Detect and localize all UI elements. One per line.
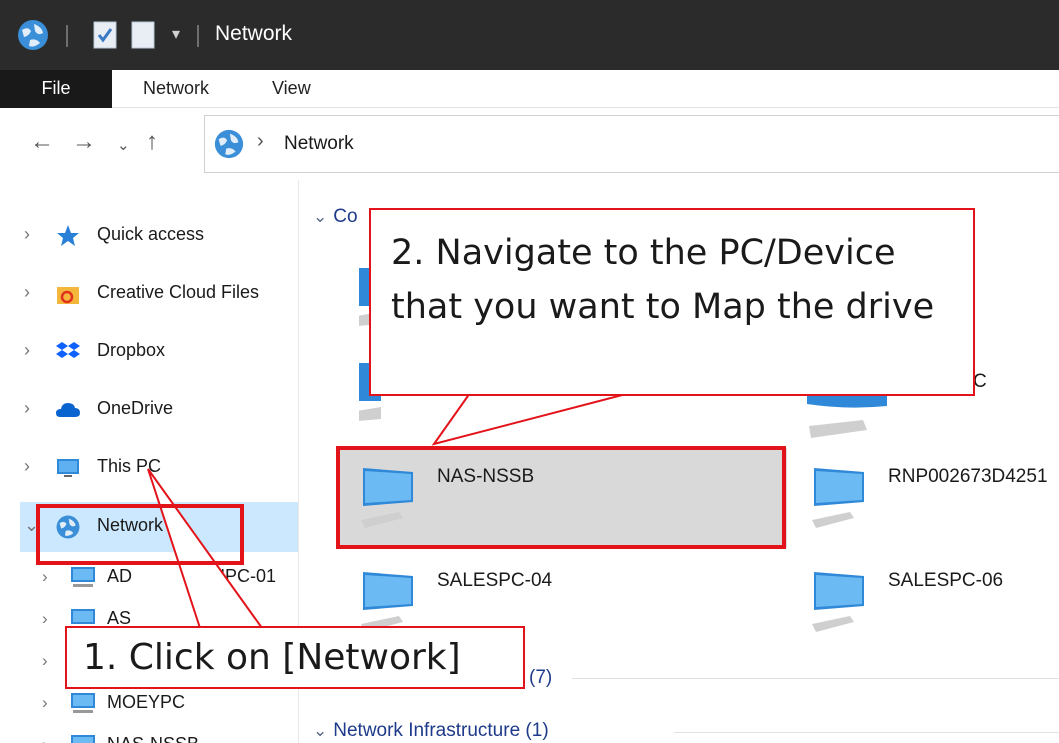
quick-access-dropdown-icon[interactable]: ▾: [172, 24, 180, 44]
nav-item-label: Creative Cloud Files: [97, 282, 260, 302]
computer-icon: [807, 390, 887, 438]
nav-item-creative-cloud-files[interactable]: › Creative Cloud Files: [0, 269, 298, 319]
ribbon: File Network View: [0, 70, 1059, 108]
address-path[interactable]: Network: [284, 133, 354, 155]
globe-icon: [18, 20, 48, 50]
separator: [66, 25, 68, 47]
up-arrow-icon[interactable]: ↑: [146, 128, 158, 156]
computer-icon: [812, 572, 864, 632]
address-bar[interactable]: › Network: [204, 115, 1059, 173]
nav-subitem-moeypc[interactable]: › MOEYPC: [0, 683, 298, 725]
expand-chevron-icon[interactable]: ›: [42, 693, 48, 713]
expand-chevron-icon[interactable]: ›: [42, 609, 48, 629]
tab-network[interactable]: Network: [143, 70, 209, 108]
expand-chevron-icon[interactable]: ›: [24, 340, 30, 361]
computer-icon: [71, 735, 95, 743]
device-name: SALESPC-04: [437, 570, 553, 591]
nav-subitem-label: NAS-NSSB: [107, 734, 199, 743]
expand-chevron-icon[interactable]: ›: [24, 398, 30, 419]
callout-step-2: 2. Navigate to the PC/Device that you wa…: [369, 208, 975, 396]
expand-chevron-icon[interactable]: ›: [42, 651, 48, 671]
nav-item-dropbox[interactable]: › Dropbox: [0, 327, 298, 377]
computer-icon: [361, 572, 413, 632]
nav-item-label: This PC: [97, 456, 162, 476]
expand-chevron-icon[interactable]: ›: [42, 735, 48, 743]
globe-icon: [214, 129, 244, 159]
new-folder-icon[interactable]: [130, 20, 156, 50]
monitor-icon: [57, 459, 79, 477]
expand-chevron-icon[interactable]: ›: [24, 282, 30, 303]
nav-item-label: OneDrive: [97, 398, 174, 418]
breadcrumb-chevron-icon[interactable]: ›: [257, 130, 264, 153]
nav-subitem-nas-nssb[interactable]: › NAS-NSSB: [0, 725, 298, 743]
device-tile-rnp002673d4251[interactable]: RNP002673D4251: [788, 448, 1059, 548]
highlight-network: [36, 504, 244, 565]
group-header-label: Network Infrastructure (1): [333, 720, 549, 741]
recent-locations-chevron-icon[interactable]: ⌄: [117, 132, 130, 160]
collapse-chevron-icon[interactable]: ⌄: [313, 207, 327, 226]
nav-subitem-label: MOEYPC: [107, 692, 186, 712]
expand-chevron-icon[interactable]: ›: [42, 567, 48, 587]
properties-icon[interactable]: [92, 20, 118, 50]
nav-item-label: Quick access: [97, 224, 205, 244]
group-header-network-infrastructure[interactable]: ⌄ Network Infrastructure (1): [313, 720, 549, 742]
highlight-nas-nssb: [336, 446, 786, 549]
separator: [197, 25, 199, 47]
device-name: SALESPC-06: [888, 570, 1004, 591]
title-bar: ▾ Network: [0, 0, 1059, 70]
nav-item-onedrive[interactable]: › OneDrive: [0, 385, 298, 435]
computer-icon: [812, 468, 864, 528]
tab-view[interactable]: View: [272, 70, 311, 108]
star-icon: [57, 225, 79, 246]
window-title: Network: [215, 22, 293, 45]
callout-step-1: 1. Click on [Network]: [65, 626, 525, 689]
group-divider: [674, 732, 1059, 733]
tab-file[interactable]: File: [0, 70, 112, 108]
expand-chevron-icon[interactable]: ›: [24, 224, 30, 245]
device-name: RNP002673D4251: [888, 466, 1048, 487]
creative-cloud-icon: [57, 287, 79, 304]
back-arrow-icon[interactable]: ←: [30, 128, 54, 156]
nav-subitem-label-tail: NPC-01: [212, 566, 277, 586]
cloud-icon: [56, 403, 80, 417]
group-header-media-count[interactable]: (7): [529, 667, 552, 689]
nav-item-quick-access[interactable]: › Quick access: [0, 211, 298, 261]
nav-subitem-label: AD: [107, 566, 133, 586]
computer-icon: [71, 567, 95, 587]
nav-item-label: Dropbox: [97, 340, 166, 360]
nav-item-this-pc[interactable]: › This PC: [0, 443, 298, 493]
collapse-chevron-icon[interactable]: ⌄: [313, 721, 327, 740]
dropbox-icon: [56, 342, 80, 358]
computer-icon: [71, 693, 95, 713]
partial-device-label: C: [973, 371, 987, 392]
group-divider: [572, 678, 1059, 679]
group-header-label: Co: [333, 206, 358, 227]
forward-arrow-icon[interactable]: →: [72, 128, 96, 156]
group-header-computers[interactable]: ⌄ Co: [313, 206, 358, 228]
expand-chevron-icon[interactable]: ›: [24, 456, 30, 477]
device-tile-salespc-06[interactable]: SALESPC-06: [788, 552, 1059, 652]
